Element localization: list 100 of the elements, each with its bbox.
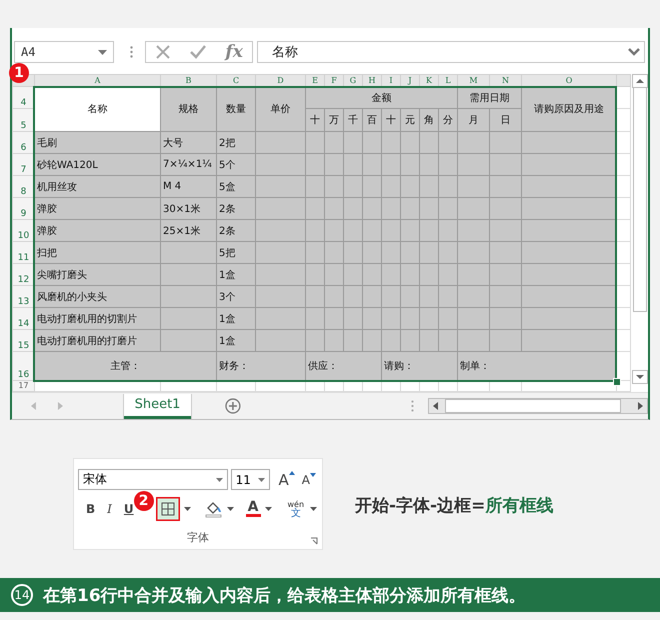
row-header[interactable]: 15: [12, 330, 34, 352]
shrink-font-button[interactable]: A: [300, 472, 318, 486]
table-cell: 5个: [216, 154, 256, 176]
borders-icon[interactable]: [156, 496, 180, 520]
name-box[interactable]: A4: [14, 41, 114, 63]
font-size-field[interactable]: 11: [230, 469, 270, 490]
step-number: 14: [11, 584, 33, 606]
table-cell: 十: [382, 108, 400, 132]
column-header[interactable]: D: [256, 74, 306, 86]
table-cell: 弹胶: [34, 220, 160, 242]
phonetic-guide-button[interactable]: wén 文: [286, 500, 306, 518]
grow-font-button[interactable]: A: [276, 470, 297, 488]
table-cell: 1盒: [216, 264, 256, 286]
table-cell: 十: [306, 108, 324, 132]
table-cell: 电动打磨机用的打磨片: [34, 330, 160, 352]
column-header[interactable]: C: [216, 74, 256, 86]
table-cell: 万: [324, 108, 344, 132]
table-cell: 数量: [216, 86, 256, 132]
column-header[interactable]: O: [522, 74, 616, 86]
fill-handle[interactable]: [613, 378, 621, 386]
caption-text: 在第16行中合并及输入内容后，给表格主体部分添加所有框线。: [43, 584, 526, 606]
column-header[interactable]: E: [306, 74, 324, 86]
insert-function-button[interactable]: fx: [225, 42, 243, 62]
table-cell: 大号: [160, 132, 216, 154]
column-header[interactable]: A: [34, 74, 160, 86]
add-sheet-icon[interactable]: [225, 398, 242, 414]
table-cell: 1盒: [216, 308, 256, 330]
row-header[interactable]: 9: [12, 198, 34, 220]
table-cell: 月: [458, 108, 490, 132]
row-header[interactable]: 13: [12, 286, 34, 308]
table-cell: 规格: [160, 86, 216, 132]
step-badge: 1: [9, 63, 29, 83]
caret-icon: [310, 472, 316, 476]
column-header[interactable]: F: [324, 74, 344, 86]
row-header[interactable]: 5: [12, 108, 34, 132]
table-cell: 扫把: [34, 242, 160, 264]
table-cell: M 4: [160, 176, 216, 198]
table-cell: 弹胶: [34, 198, 160, 220]
table-cell: 砂轮WA120L: [34, 154, 160, 176]
row-header[interactable]: 7: [12, 154, 34, 176]
row-header[interactable]: 11: [12, 242, 34, 264]
caret-icon: [288, 470, 295, 474]
italic-button[interactable]: I: [105, 502, 114, 516]
table-cell: 角: [420, 108, 438, 132]
sheet-tab[interactable]: Sheet1: [124, 394, 192, 418]
caret-icon[interactable]: [310, 506, 318, 510]
row-header[interactable]: 4: [12, 86, 34, 108]
column-header[interactable]: I: [382, 74, 400, 86]
group-label: 字体: [187, 530, 209, 545]
table-cell: 7×¼×1¼: [160, 154, 216, 176]
caret-icon[interactable]: [226, 506, 234, 510]
scroll-up-icon[interactable]: [632, 74, 648, 88]
table-cell: 30×1米: [160, 198, 216, 220]
horizontal-scrollbar[interactable]: [428, 398, 648, 414]
table-cell: 25×1米: [160, 220, 216, 242]
column-header[interactable]: H: [362, 74, 382, 86]
column-header[interactable]: G: [344, 74, 362, 86]
check-icon[interactable]: [189, 44, 208, 60]
bold-button[interactable]: B: [84, 502, 98, 516]
table-cell: 机用丝攻: [34, 176, 160, 198]
instruction-highlight: 所有框线: [485, 496, 554, 516]
fill-bucket-icon[interactable]: [204, 500, 223, 518]
formula-field[interactable]: 名称: [257, 41, 645, 63]
scroll-down-icon[interactable]: [632, 370, 648, 384]
chevron-icon: [628, 48, 640, 56]
table-cell: 制单：: [458, 352, 616, 380]
table-cell: 名称: [34, 86, 160, 132]
table-cell: 2条: [216, 198, 256, 220]
column-header[interactable]: M: [458, 74, 490, 86]
dialog-launcher-icon[interactable]: [310, 537, 318, 545]
table-cell: 日: [490, 108, 522, 132]
vertical-scrollbar[interactable]: [632, 74, 648, 384]
column-header[interactable]: J: [400, 74, 420, 86]
table-cell: 元: [400, 108, 420, 132]
table-cell: 3个: [216, 286, 256, 308]
row-header[interactable]: 6: [12, 132, 34, 154]
table-cell: 2条: [216, 220, 256, 242]
underline-button[interactable]: U: [122, 502, 136, 516]
row-header[interactable]: 17: [12, 380, 34, 392]
table-cell: 请购：: [382, 352, 458, 380]
table-cell: 5盒: [216, 176, 256, 198]
column-header[interactable]: N: [490, 74, 522, 86]
caret-icon[interactable]: [264, 506, 272, 510]
table-cell: 电动打磨机用的切割片: [34, 308, 160, 330]
column-header[interactable]: K: [420, 74, 438, 86]
font-color-button[interactable]: A: [246, 500, 260, 516]
column-header[interactable]: L: [438, 74, 458, 86]
caret-icon[interactable]: [184, 506, 191, 510]
table-cell: 金额: [306, 86, 458, 108]
row-header[interactable]: 12: [12, 264, 34, 286]
table-cell: 请购原因及用途: [522, 86, 616, 132]
table-cell: 千: [344, 108, 362, 132]
row-header[interactable]: 8: [12, 176, 34, 198]
font-name-field[interactable]: 宋体: [78, 469, 228, 490]
row-header[interactable]: 16: [12, 352, 34, 380]
more-icon: [130, 46, 133, 58]
column-header[interactable]: B: [160, 74, 216, 86]
row-header[interactable]: 10: [12, 220, 34, 242]
instruction-text: 开始-字体-边框=: [355, 496, 486, 516]
row-header[interactable]: 14: [12, 308, 34, 330]
